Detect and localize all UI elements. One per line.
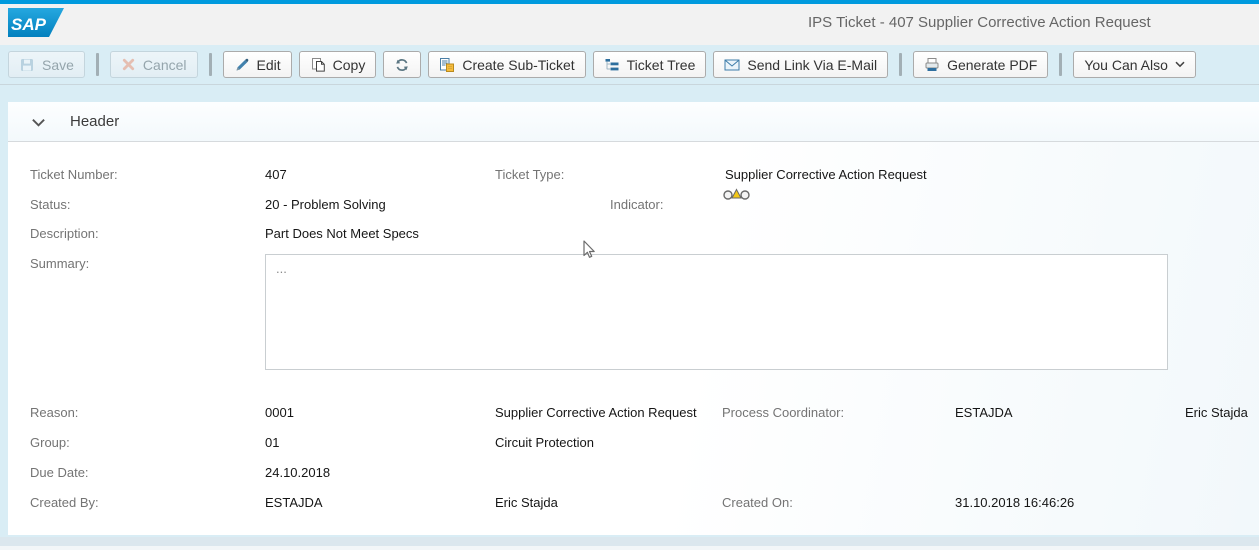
- status-indicator-icon: [723, 188, 750, 200]
- created-by-code: ESTAJDA: [265, 495, 323, 510]
- ticket-number-label: Ticket Number:: [30, 167, 118, 182]
- ticket-header-panel: Header Ticket Number: 407 Ticket Type: S…: [8, 102, 1259, 535]
- ticket-number-value: 407: [265, 167, 287, 182]
- process-coordinator-label: Process Coordinator:: [722, 405, 845, 420]
- ticket-tree-button[interactable]: Ticket Tree: [592, 51, 707, 78]
- email-envelope-icon: [724, 59, 740, 70]
- summary-label: Summary:: [30, 256, 90, 271]
- title-bar: SAP IPS Ticket - 407 Supplier Corrective…: [0, 4, 1259, 45]
- collapse-chevron-icon: [32, 119, 45, 127]
- created-on-value: 31.10.2018 16:46:26: [955, 495, 1075, 510]
- created-by-name: Eric Stajda: [495, 495, 558, 510]
- header-section-toggle[interactable]: Header: [8, 102, 1259, 142]
- toolbar-separator: [1059, 53, 1063, 76]
- save-icon: [21, 58, 33, 71]
- reason-text: Supplier Corrective Action Request: [495, 405, 697, 420]
- toolbar-separator: [899, 53, 903, 76]
- refresh-button[interactable]: [383, 51, 422, 78]
- status-value: 20 - Problem Solving: [265, 197, 386, 212]
- ticket-type-label: Ticket Type:: [495, 167, 565, 182]
- due-date-value: 24.10.2018: [265, 465, 331, 480]
- group-label: Group:: [30, 435, 70, 450]
- you-can-also-dropdown[interactable]: You Can Also: [1073, 51, 1196, 78]
- refresh-icon: [396, 58, 409, 71]
- cancel-x-icon: [122, 58, 135, 71]
- created-by-label: Created By:: [30, 495, 99, 510]
- generate-pdf-button[interactable]: Generate PDF: [913, 51, 1049, 78]
- status-label: Status:: [30, 197, 71, 212]
- bottom-strip: [0, 546, 1259, 550]
- cancel-button[interactable]: Cancel: [109, 51, 198, 78]
- send-link-email-button[interactable]: Send Link Via E-Mail: [713, 51, 889, 78]
- chevron-down-icon: [1175, 61, 1185, 68]
- page-title: IPS Ticket - 407 Supplier Corrective Act…: [808, 14, 1151, 31]
- created-on-label: Created On:: [722, 495, 793, 510]
- due-date-label: Due Date:: [30, 465, 89, 480]
- toolbar: Save Cancel Edit Copy Create Sub-Ticket …: [0, 45, 1259, 85]
- copy-icon: [311, 57, 325, 72]
- svg-text:SAP: SAP: [11, 15, 47, 34]
- reason-label: Reason:: [30, 405, 79, 420]
- process-coordinator-name: Eric Stajda: [1185, 405, 1248, 420]
- section-title: Header: [70, 113, 120, 130]
- bottom-band: [0, 537, 1259, 546]
- ticket-type-value: Supplier Corrective Action Request: [725, 167, 927, 182]
- edit-button[interactable]: Edit: [222, 51, 292, 78]
- description-value: Part Does Not Meet Specs: [265, 226, 419, 241]
- edit-pencil-icon: [236, 58, 248, 70]
- group-code: 01: [265, 435, 280, 450]
- description-label: Description:: [30, 226, 99, 241]
- summary-textarea[interactable]: ...: [265, 254, 1168, 370]
- toolbar-separator: [208, 53, 212, 76]
- reason-code: 0001: [265, 405, 294, 420]
- sub-ticket-icon: [440, 57, 455, 72]
- group-text: Circuit Protection: [495, 435, 594, 450]
- ticket-tree-icon: [605, 58, 619, 70]
- process-coordinator-code: ESTAJDA: [955, 405, 1013, 420]
- printer-icon: [925, 57, 939, 71]
- create-sub-ticket-button[interactable]: Create Sub-Ticket: [428, 51, 586, 78]
- copy-button[interactable]: Copy: [298, 51, 377, 78]
- indicator-label: Indicator:: [610, 197, 664, 212]
- sap-logo: SAP: [8, 8, 64, 37]
- save-button[interactable]: Save: [8, 51, 85, 78]
- toolbar-separator: [95, 53, 99, 76]
